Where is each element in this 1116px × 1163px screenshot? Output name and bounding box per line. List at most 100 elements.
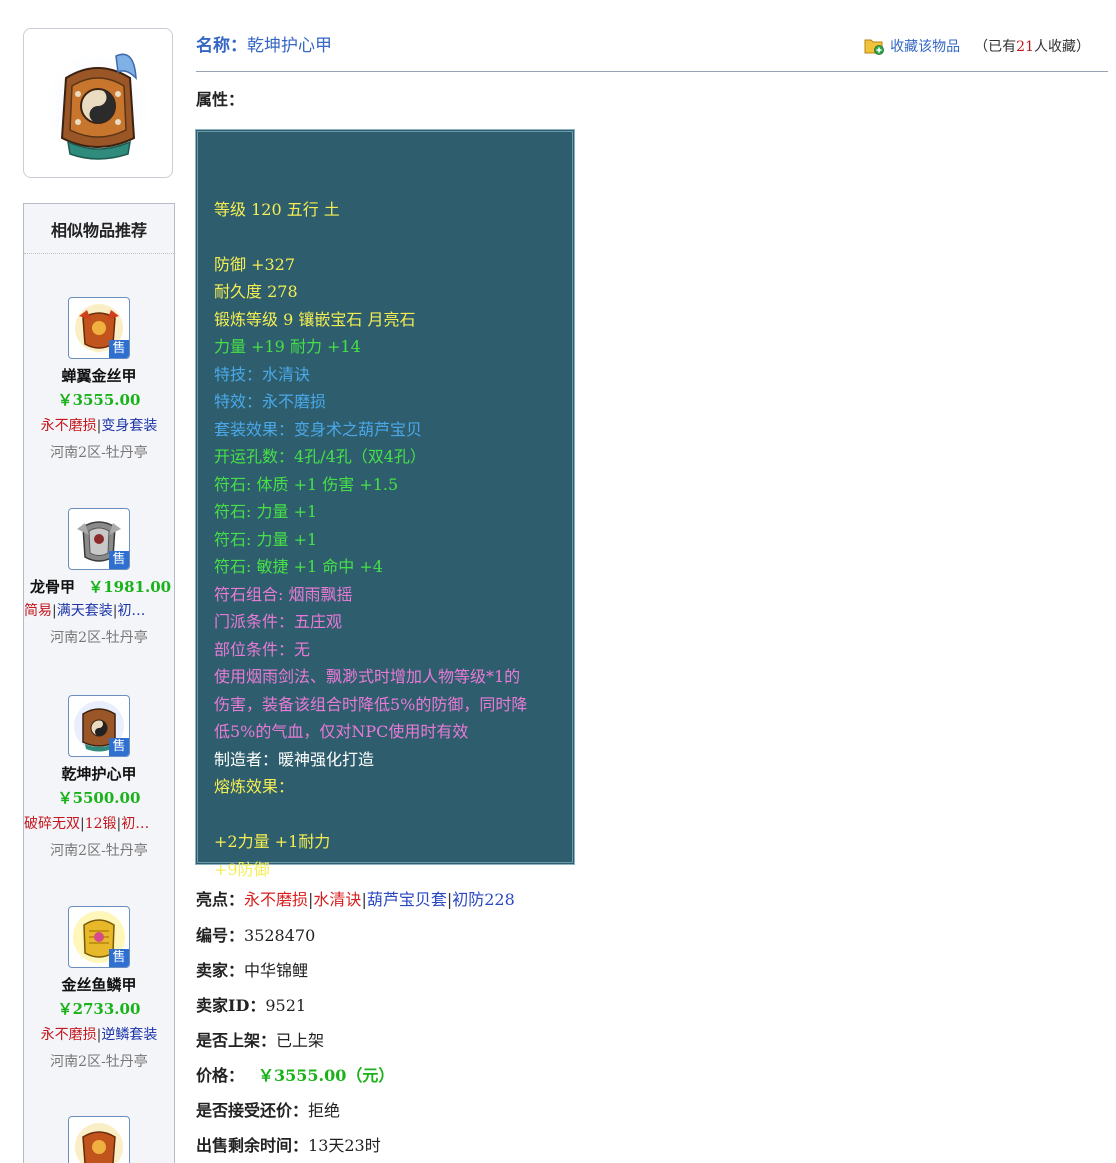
attribute-line: 符石: 敏捷 +1 命中 +4 (214, 557, 383, 576)
similar-item-price: ￥5500.00 (57, 789, 141, 807)
tag: 逆鳞套装 (101, 1027, 158, 1043)
attribute-line: 制造者：暖神强化打造 (214, 749, 375, 769)
attribute-line: +9防御 (214, 859, 270, 879)
attributes-panel: 等级 120 五行 土防御 +327 耐久度 278 锻炼等级 9 镶嵌宝石 月亮石… (195, 129, 575, 879)
attribute-line: 防御 +327 (214, 254, 296, 274)
similar-item-thumbnail[interactable]: 售 (68, 508, 130, 570)
name-label: 名称： (196, 36, 247, 56)
remaining-label: 出售剩余时间： (196, 1136, 309, 1155)
armor-icon (42, 48, 154, 164)
highlights-label: 亮点： (196, 890, 245, 909)
seller-value: 中华锦鲤 (244, 961, 309, 980)
attribute-line: 熔炼效果： (214, 777, 295, 796)
fav-suffix: 人收藏） (1034, 39, 1090, 55)
item-name: 乾坤护心甲 (247, 36, 332, 56)
attributes-label: 属性： (196, 90, 245, 109)
price-label: 价格： (196, 1066, 245, 1085)
similar-item-price: ￥3555.00 (57, 391, 141, 409)
highlight-tag: 初防228 (452, 890, 515, 909)
red-armor-icon (75, 1123, 123, 1163)
tag: 初… (117, 603, 146, 619)
attribute-line: 伤害，装备该组合时降低5%的防御，同时降 (214, 694, 528, 714)
similar-item-name-price: 龙骨甲 ￥1981.00 (24, 576, 174, 598)
listed-row: 是否上架：已上架 (196, 1027, 324, 1051)
attribute-line (214, 168, 574, 196)
attribute-line: 开运孔数：4孔/4孔（双4孔） (214, 447, 426, 466)
similar-item-card[interactable]: 售 乾坤护心甲 ￥5500.00 破碎无双|12锻|初… 河南2区-牡丹亭 (24, 695, 174, 865)
similar-item-card[interactable] (24, 1116, 174, 1163)
sidebar-title: 相似物品推荐 (24, 204, 174, 254)
similar-item-name[interactable]: 蝉翼金丝甲 (24, 365, 174, 387)
similar-item-server: 河南2区-牡丹亭 (50, 445, 148, 461)
sale-badge: 售 (109, 949, 129, 967)
similar-item-name[interactable]: 金丝鱼鳞甲 (24, 974, 174, 996)
tag: 变身套装 (101, 418, 158, 434)
similar-item-price: ￥2733.00 (57, 1000, 141, 1018)
seller-row: 卖家：中华锦鲤 (196, 957, 308, 981)
item-main-image (23, 28, 173, 178)
attribute-line: 耐久度 278 (214, 282, 298, 301)
id-row: 编号：3528470 (196, 922, 315, 946)
tag: 永不磨损 (40, 418, 97, 434)
tag: 破碎无双 (24, 816, 80, 832)
id-value: 3528470 (244, 926, 316, 945)
similar-item-thumbnail[interactable]: 售 (68, 695, 130, 757)
attribute-line: 部位条件：无 (214, 639, 311, 659)
tag: 永不磨损 (40, 1027, 97, 1043)
similar-item-card[interactable]: 售 金丝鱼鳞甲 ￥2733.00 永不磨损|逆鳞套装 河南2区-牡丹亭 (24, 906, 174, 1076)
sale-badge: 售 (109, 551, 129, 569)
sale-badge: 售 (109, 340, 129, 358)
similar-item-card[interactable]: 售 蝉翼金丝甲 ￥3555.00 永不磨损|变身套装 河南2区-牡丹亭 (24, 297, 174, 467)
seller-label: 卖家： (196, 961, 245, 980)
similar-item-tags: 破碎无双|12锻|初… (24, 816, 150, 832)
seller-id-label: 卖家ID： (196, 996, 266, 1015)
id-label: 编号： (196, 926, 245, 945)
favorite-count-text: （已有21人收藏） (974, 36, 1090, 56)
seller-id-row: 卖家ID：9521 (196, 992, 306, 1016)
similar-item-thumbnail[interactable]: 售 (68, 906, 130, 968)
similar-item-server: 河南2区-牡丹亭 (50, 843, 148, 859)
favorite-link[interactable]: 收藏该物品 (890, 36, 960, 56)
folder-add-icon[interactable] (864, 37, 885, 55)
attribute-line: 特技：水清诀 (214, 364, 311, 384)
bargain-value: 拒绝 (308, 1101, 341, 1120)
similar-item-card[interactable]: 售 龙骨甲 ￥1981.00 简易|满天套装|初… 河南2区-牡丹亭 (24, 508, 174, 652)
remaining-time-row: 出售剩余时间：13天23时 (196, 1132, 381, 1156)
attribute-line: 力量 +19 耐力 +14 (214, 337, 361, 356)
highlight-tag: 水清诀 (313, 890, 362, 909)
attribute-line: 特效：永不磨损 (214, 392, 327, 411)
attribute-line: 门派条件：五庄观 (214, 612, 343, 631)
attribute-line: 锻炼等级 9 镶嵌宝石 月亮石 (214, 309, 416, 329)
similar-item-thumbnail[interactable]: 售 (68, 297, 130, 359)
tag: 满天套装 (56, 603, 113, 619)
attribute-line: +2力量 +1耐力 (214, 832, 331, 851)
tag: 初… (121, 816, 150, 832)
similar-item-name[interactable]: 龙骨甲 (30, 578, 75, 596)
highlight-tag: 葫芦宝贝套 (366, 890, 447, 909)
listed-label: 是否上架： (196, 1031, 277, 1050)
highlights-row: 亮点：永不磨损|水清诀|葫芦宝贝套|初防228 (196, 886, 515, 910)
favorite-count: 21 (1016, 39, 1034, 55)
attribute-line: 等级 120 五行 土 (214, 199, 340, 219)
price-value: ￥3555.00（元） (258, 1066, 395, 1085)
attribute-line: 符石: 力量 +1 (214, 502, 318, 521)
attribute-line (214, 223, 574, 251)
fav-prefix: （已有 (974, 39, 1017, 55)
attribute-line: 低5%的气血，仅对NPC使用时有效 (214, 722, 469, 741)
similar-item-tags: 永不磨损|变身套装 (40, 418, 158, 434)
similar-item-name[interactable]: 乾坤护心甲 (24, 763, 174, 785)
price-row: 价格： ￥3555.00（元） (196, 1062, 394, 1086)
attribute-line: 符石: 体质 +1 伤害 +1.5 (214, 474, 399, 494)
similar-item-price: ￥1981.00 (88, 578, 172, 596)
highlight-tag: 永不磨损 (244, 890, 309, 909)
similar-item-tags: 永不磨损|逆鳞套装 (40, 1027, 158, 1043)
tag: 12锻 (84, 816, 117, 832)
tag: 简易 (24, 603, 52, 619)
attribute-line: 符石组合: 烟雨飘摇 (214, 584, 353, 604)
similar-item-thumbnail[interactable] (68, 1116, 130, 1163)
similar-item-tags: 简易|满天套装|初… (24, 603, 146, 619)
seller-id-value: 9521 (265, 996, 307, 1015)
similar-item-server: 河南2区-牡丹亭 (50, 630, 148, 646)
attribute-line: 符石: 力量 +1 (214, 529, 318, 549)
similar-items-sidebar: 相似物品推荐 售 蝉翼金丝甲 ￥3555.00 永不磨损|变身套装 河南2区-牡… (23, 203, 175, 1163)
